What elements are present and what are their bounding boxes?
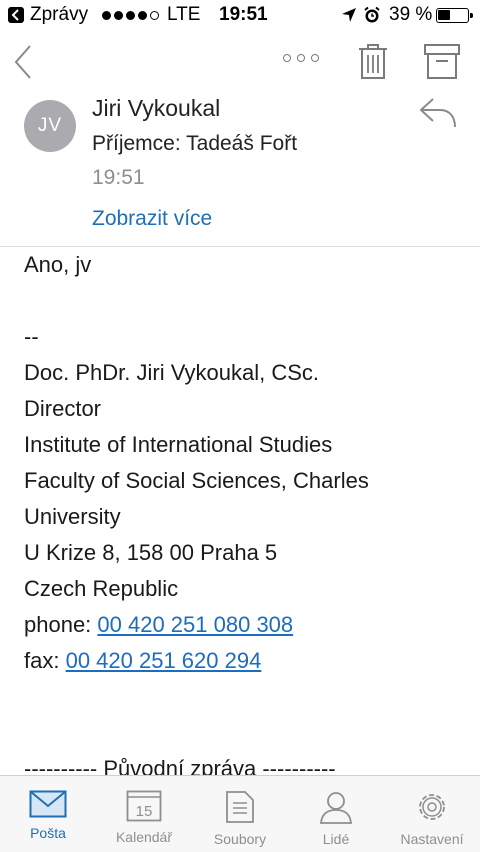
status-bar: Zprávy LTE 19:51 39 % — [0, 0, 480, 32]
battery-percentage: 39 % — [389, 4, 433, 25]
tab-label: Soubory — [213, 831, 267, 847]
tab-label: Nastavení — [400, 831, 464, 847]
signature-country: Czech Republic — [24, 576, 179, 601]
message-header: JV Jiri Vykoukal Příjemce: Tadeáš Fořt 1… — [0, 94, 480, 247]
gear-icon — [419, 794, 445, 820]
calendar-icon: 15 — [126, 790, 162, 822]
tab-label: Lidé — [322, 831, 350, 847]
signal-strength-icon — [102, 11, 159, 20]
tab-bar: Pošta 15 Kalendář Soubory Lidé Nastavení — [0, 775, 480, 852]
phone-link[interactable]: 00 420 251 080 308 — [97, 612, 293, 637]
more-icon[interactable] — [283, 54, 319, 62]
network-type: LTE — [167, 4, 201, 25]
back-to-app-label[interactable]: Zprávy — [30, 4, 88, 26]
tab-settings[interactable]: Nastavení — [384, 776, 480, 852]
sender-name[interactable]: Jiri Vykoukal — [92, 95, 220, 122]
alarm-icon — [363, 6, 381, 30]
fax-link[interactable]: 00 420 251 620 294 — [66, 648, 262, 673]
back-to-app-icon[interactable] — [8, 7, 24, 23]
message-body: Ano, jv -- Doc. PhDr. Jiri Vykoukal, CSc… — [24, 247, 464, 679]
signature-phone-line: phone: 00 420 251 080 308 — [24, 607, 464, 643]
files-icon — [226, 791, 254, 823]
people-icon — [320, 792, 352, 824]
trash-icon[interactable] — [356, 42, 390, 87]
greeting: Ano, jv — [24, 252, 92, 277]
tab-calendar[interactable]: 15 Kalendář — [96, 776, 192, 852]
signature-fax-line: fax: 00 420 251 620 294 — [24, 643, 464, 679]
clock: 19:51 — [219, 4, 268, 25]
reply-icon[interactable] — [418, 96, 458, 135]
tab-people[interactable]: Lidé — [288, 776, 384, 852]
tab-label: Pošta — [30, 825, 66, 841]
phone-label: phone: — [24, 612, 98, 637]
mail-icon — [29, 790, 67, 818]
back-chevron-icon[interactable] — [10, 40, 40, 84]
battery-icon — [436, 8, 473, 23]
archive-icon[interactable] — [423, 42, 461, 87]
location-arrow-icon — [341, 7, 357, 29]
calendar-day: 15 — [136, 803, 153, 820]
signature-separator: -- — [24, 324, 39, 349]
tab-files[interactable]: Soubory — [192, 776, 288, 852]
tab-mail[interactable]: Pošta — [0, 776, 96, 852]
signature-org: Institute of International Studies — [24, 432, 333, 457]
fax-label: fax: — [24, 648, 66, 673]
signature-name: Doc. PhDr. Jiri Vykoukal, CSc. — [24, 360, 320, 385]
message-toolbar — [0, 32, 480, 94]
show-more-link[interactable]: Zobrazit více — [92, 207, 212, 231]
avatar[interactable]: JV — [24, 100, 76, 152]
signature-title: Director — [24, 396, 102, 421]
signature-faculty-cont: University — [24, 504, 121, 529]
message-time: 19:51 — [92, 166, 145, 189]
signature-faculty: Faculty of Social Sciences, Charles — [24, 468, 369, 493]
signature-address: U Krize 8, 158 00 Praha 5 — [24, 540, 278, 565]
tab-label: Kalendář — [115, 829, 173, 845]
recipient: Příjemce: Tadeáš Fořt — [92, 132, 298, 155]
